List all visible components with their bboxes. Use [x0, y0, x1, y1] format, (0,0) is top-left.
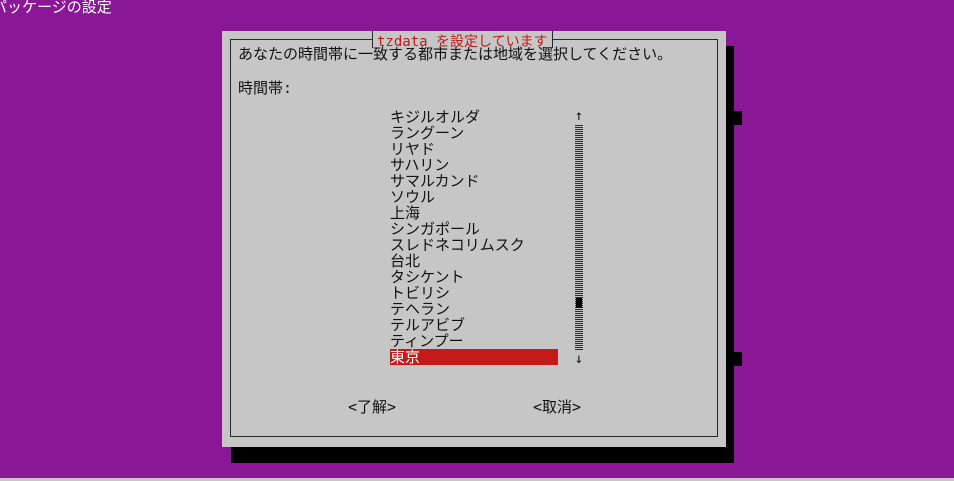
timezone-item[interactable]: キジルオルダ: [390, 109, 558, 125]
timezone-item[interactable]: サマルカンド: [390, 173, 558, 189]
prompt-text: あなたの時間帯に一致する都市または地域を選択してください。: [238, 45, 673, 63]
cancel-button[interactable]: <取消>: [533, 398, 581, 416]
timezone-item[interactable]: ラングーン: [390, 125, 558, 141]
timezone-item-selected[interactable]: 東京: [390, 349, 558, 365]
timezone-label: 時間帯:: [238, 79, 293, 97]
timezone-list[interactable]: キジルオルダ ラングーン リヤド サハリン サマルカンド ソウル 上海 シンガポール スレドネコ…: [390, 109, 558, 365]
timezone-item[interactable]: ソウル: [390, 189, 558, 205]
timezone-item[interactable]: 上海: [390, 205, 558, 221]
scroll-down-arrow-icon[interactable]: ↓: [573, 351, 585, 367]
timezone-item[interactable]: タシケント: [390, 269, 558, 285]
ok-button[interactable]: <了解>: [348, 398, 396, 416]
timezone-item[interactable]: テルアビブ: [390, 317, 558, 333]
timezone-item[interactable]: ティンプー: [390, 333, 558, 349]
shadow-notch-top: [734, 111, 742, 125]
timezone-item[interactable]: リヤド: [390, 141, 558, 157]
screen-title: パッケージの設定: [0, 0, 112, 16]
timezone-item[interactable]: テヘラン: [390, 301, 558, 317]
shadow-notch-bottom: [734, 352, 742, 366]
scrollbar-thumb[interactable]: [576, 298, 582, 308]
timezone-item[interactable]: シンガポール: [390, 221, 558, 237]
timezone-item[interactable]: サハリン: [390, 157, 558, 173]
tzdata-dialog: tzdata を設定しています あなたの時間帯に一致する都市または地域を選択して…: [222, 31, 726, 447]
timezone-item[interactable]: スレドネコリムスク: [390, 237, 558, 253]
scrollbar-track[interactable]: [575, 125, 583, 351]
timezone-item[interactable]: トビリシ: [390, 285, 558, 301]
scroll-up-arrow-icon[interactable]: ↑: [573, 108, 585, 124]
timezone-item[interactable]: 台北: [390, 253, 558, 269]
